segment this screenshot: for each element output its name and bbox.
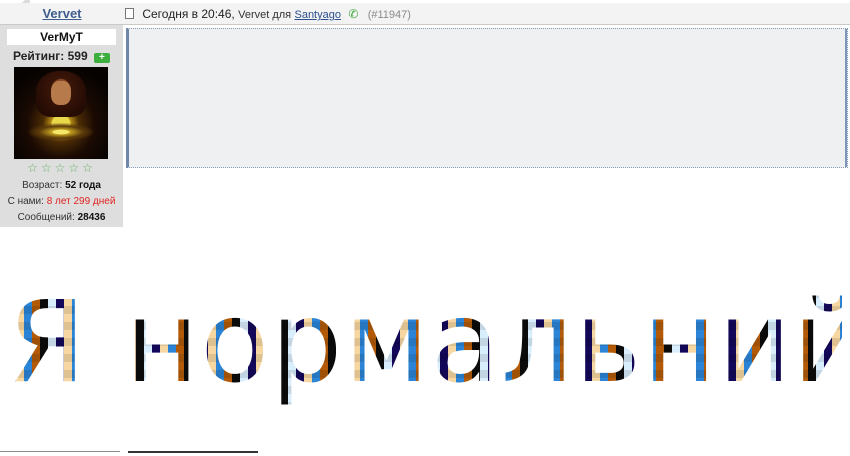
post-id[interactable]: (#11947) (368, 9, 411, 21)
bottom-divider-2 (128, 451, 258, 453)
recipient-link[interactable]: Santyago (294, 9, 340, 21)
since-label: С нами: (7, 196, 44, 207)
rating-label: Рейтинг: 599 (13, 49, 88, 63)
avatar (14, 67, 108, 159)
post-byline: Vervet для (238, 9, 292, 21)
phone-icon[interactable]: ✆ (348, 7, 358, 21)
username[interactable]: VerMyT (7, 29, 116, 45)
posts-value: 28436 (77, 212, 106, 223)
post-box-right-rule (845, 29, 847, 167)
rank-stars: ☆☆☆☆☆ (27, 161, 96, 175)
post-header: Vervet Сегодня в 20:46, Vervet для Santy… (0, 3, 850, 25)
post-meta: Сегодня в 20:46, Vervet для Santyago ✆ (… (125, 7, 411, 21)
posts-line: Сообщений: 28436 (0, 212, 123, 223)
age-line: Возраст: 52 года (0, 180, 123, 191)
avatar-face (51, 81, 71, 105)
post-body-box (126, 28, 848, 168)
author-link[interactable]: Vervet (8, 6, 116, 21)
user-panel: VerMyT Рейтинг: 599 + ☆☆☆☆☆ Возраст: 52 … (0, 25, 123, 227)
since-line: С нами: 8 лет 299 дней (0, 196, 123, 207)
age-value: 52 года (65, 180, 101, 191)
bottom-divider (0, 451, 120, 452)
rating: Рейтинг: 599 + (0, 49, 123, 63)
plus-icon[interactable]: + (93, 53, 110, 63)
post-date: Сегодня в 20:46, (142, 7, 235, 21)
avatar-orb (28, 123, 94, 141)
since-value: 8 лет 299 дней (46, 196, 116, 207)
posts-label: Сообщений: (17, 212, 75, 223)
age-label: Возраст: (22, 180, 63, 191)
big-pixel-text: Я нормальний (8, 268, 842, 418)
document-icon (125, 8, 134, 19)
